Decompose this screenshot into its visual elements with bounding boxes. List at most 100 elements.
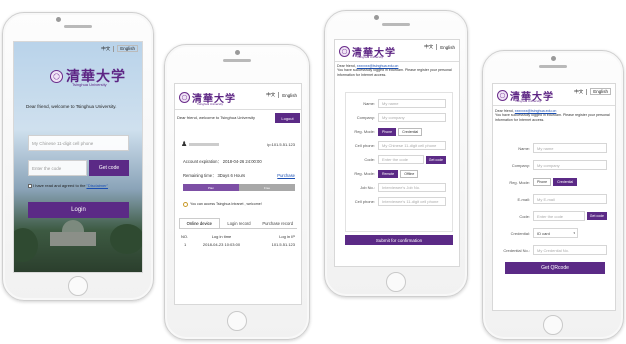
reg-mode-credential[interactable]: Credential (553, 178, 578, 186)
lang-cn[interactable]: 中文 (266, 92, 275, 98)
info-icon (183, 202, 188, 207)
user-icon: ♟ (181, 141, 188, 148)
phone-register-credential: 清華大学 Tsinghua University 中文 English Dear… (482, 50, 624, 340)
language-switch: 中文 English (574, 88, 611, 95)
field-credential-no: Credential No.: My Credential No. (501, 245, 607, 255)
tab-bar: Online device Login record Purchase reco… (179, 218, 297, 229)
register-credential-screen: 清華大学 Tsinghua University 中文 English Dear… (492, 83, 616, 311)
table-row: 1 2018-04-23 10:03:00 101.5.51.123 (181, 242, 295, 247)
home-button[interactable] (227, 311, 247, 331)
field-code: Code: Enter the code Get code (501, 211, 607, 221)
agree-checkbox[interactable] (28, 184, 32, 189)
lang-cn[interactable]: 中文 (101, 46, 110, 52)
interviewee-phone-label: Cell phone: (354, 199, 375, 204)
remaining-time: Remaining time： 3Days 6 Hours Purchase (183, 173, 295, 178)
home-button[interactable] (68, 276, 88, 296)
company-input[interactable]: My company (533, 160, 607, 170)
code-input[interactable]: Enter the code (378, 155, 424, 164)
col-login-ip: Log in IP (279, 234, 295, 239)
cell-phone-input[interactable]: My Chinese 11-digit cell phone (378, 141, 446, 150)
col-no: NO. (181, 234, 189, 239)
speaker (223, 59, 251, 62)
code-input[interactable]: Enter the code (533, 211, 585, 221)
chevron-down-icon: ▾ (573, 231, 575, 235)
submit-button[interactable]: Submit for confirmation (345, 235, 453, 245)
account-expiration: Account expiration： 2018-04-26 24:00:00 (183, 159, 262, 164)
reg-mode-credential[interactable]: Credential (398, 127, 423, 136)
get-qrcode-button[interactable]: Get QRcode (505, 262, 605, 274)
univ-en: Tsinghua University (515, 99, 542, 103)
disclaimer-link[interactable]: "Disclaimer" (86, 183, 108, 189)
name-input[interactable]: My name (533, 143, 607, 153)
lang-en[interactable]: English (282, 93, 297, 98)
intranet-notice: You can access Tsinghua Intranet , welco… (183, 202, 262, 207)
header: 清華大学 Tsinghua University 中文 English (335, 40, 459, 62)
reg-mode-remote[interactable]: Remote (378, 169, 399, 178)
get-code-button[interactable]: Get code (586, 212, 607, 220)
get-code-button[interactable]: Get code (89, 160, 129, 176)
tab-purchase-record[interactable]: Purchase record (258, 218, 297, 228)
speaker (382, 23, 410, 26)
row-ip: 101.5.51.123 (271, 242, 295, 247)
code-input[interactable]: Enter the code (28, 160, 87, 176)
job-no-label: Job No.: (360, 185, 375, 190)
user-row: ♟ ip:101.5.51.123 (181, 140, 295, 148)
univ-en: Tsinghua University (72, 82, 107, 87)
greeting: Dear friend, xxxxxxx@tsinghua.edu.cn You… (337, 64, 457, 77)
credential-label: Credential: (510, 230, 530, 236)
field-name: Name: My name (501, 143, 607, 153)
tab-online-device[interactable]: Online device (179, 218, 220, 228)
reg-mode-2-label: Reg. Mode: (354, 171, 375, 176)
agree-text: I have read and agreed to the (33, 183, 86, 188)
free-segment: Free (239, 184, 295, 191)
lang-cn[interactable]: 中文 (424, 44, 433, 50)
field-code: Code: Enter the code Get code (350, 155, 446, 164)
field-company: Company: My company (350, 113, 446, 122)
name-input[interactable]: My name (378, 99, 446, 108)
seal-icon (339, 46, 350, 57)
home-button[interactable] (386, 272, 406, 292)
register-screen: 清華大学 Tsinghua University 中文 English Dear… (334, 39, 460, 267)
company-input[interactable]: My company (378, 113, 446, 122)
interviewee-phone-input[interactable]: Interviewee's 11-digit cell phone (378, 197, 446, 206)
credential-select[interactable]: ID card ▾ (533, 228, 578, 238)
reg-mode-phone[interactable]: Phone (533, 178, 552, 186)
reg-mode-toggle: Phone Credential (378, 127, 423, 136)
header: 清華大学 Tsinghua University 中文 English (493, 84, 615, 106)
lang-cn[interactable]: 中文 (574, 89, 583, 95)
seal-icon (179, 92, 190, 103)
code-label: Code: (364, 157, 375, 162)
job-no-input[interactable]: Interviewee's Job No. (378, 183, 446, 192)
field-reg-mode-2: Reg. Mode: Remote Offline (350, 169, 446, 178)
phone-input[interactable]: My Chinese 11-digit cell phone (28, 135, 129, 151)
notice-text: You can access Tsinghua Intranet , welco… (190, 202, 262, 207)
reg-mode-phone[interactable]: Phone (378, 127, 397, 136)
login-screen: 中文 English 清華大学 Tsinghua University Dear… (13, 41, 143, 273)
reg-mode-offline[interactable]: Offline (400, 169, 419, 178)
credential-no-input[interactable]: My Credential No. (533, 245, 607, 255)
purchase-link[interactable]: Purchase (277, 173, 295, 178)
get-code-button[interactable]: Get code (425, 155, 446, 164)
language-switch: 中文 English (266, 92, 297, 98)
lang-en[interactable]: English (440, 45, 455, 50)
lang-en[interactable]: English (117, 45, 138, 52)
logout-button[interactable]: Logout (275, 113, 300, 123)
camera (550, 56, 556, 61)
speaker (64, 25, 92, 28)
login-button[interactable]: Login (28, 202, 129, 218)
camera (374, 15, 379, 20)
col-login-time: Log in time (211, 234, 232, 239)
register-form: Name: My name Company: My company Reg. M… (345, 92, 453, 232)
email-input[interactable]: My E-mail (533, 194, 607, 204)
phone-register-phone: 清華大学 Tsinghua University 中文 English Dear… (324, 10, 468, 297)
reg-mode-toggle: Phone Credential (533, 178, 578, 186)
phone-account: 清華大学 Tsinghua University 中文 English Dear… (164, 44, 310, 340)
reg-mode-2-toggle: Remote Offline (378, 169, 419, 178)
field-cell-phone: Cell phone: My Chinese 11-digit cell pho… (350, 141, 446, 150)
field-interviewee-phone: Cell phone: Interviewee's 11-digit cell … (350, 197, 446, 206)
home-button[interactable] (543, 315, 563, 335)
lang-en[interactable]: English (590, 88, 611, 95)
speaker (539, 65, 567, 68)
phone-login: 中文 English 清華大学 Tsinghua University Dear… (2, 12, 154, 301)
tab-login-record[interactable]: Login record (220, 218, 259, 228)
